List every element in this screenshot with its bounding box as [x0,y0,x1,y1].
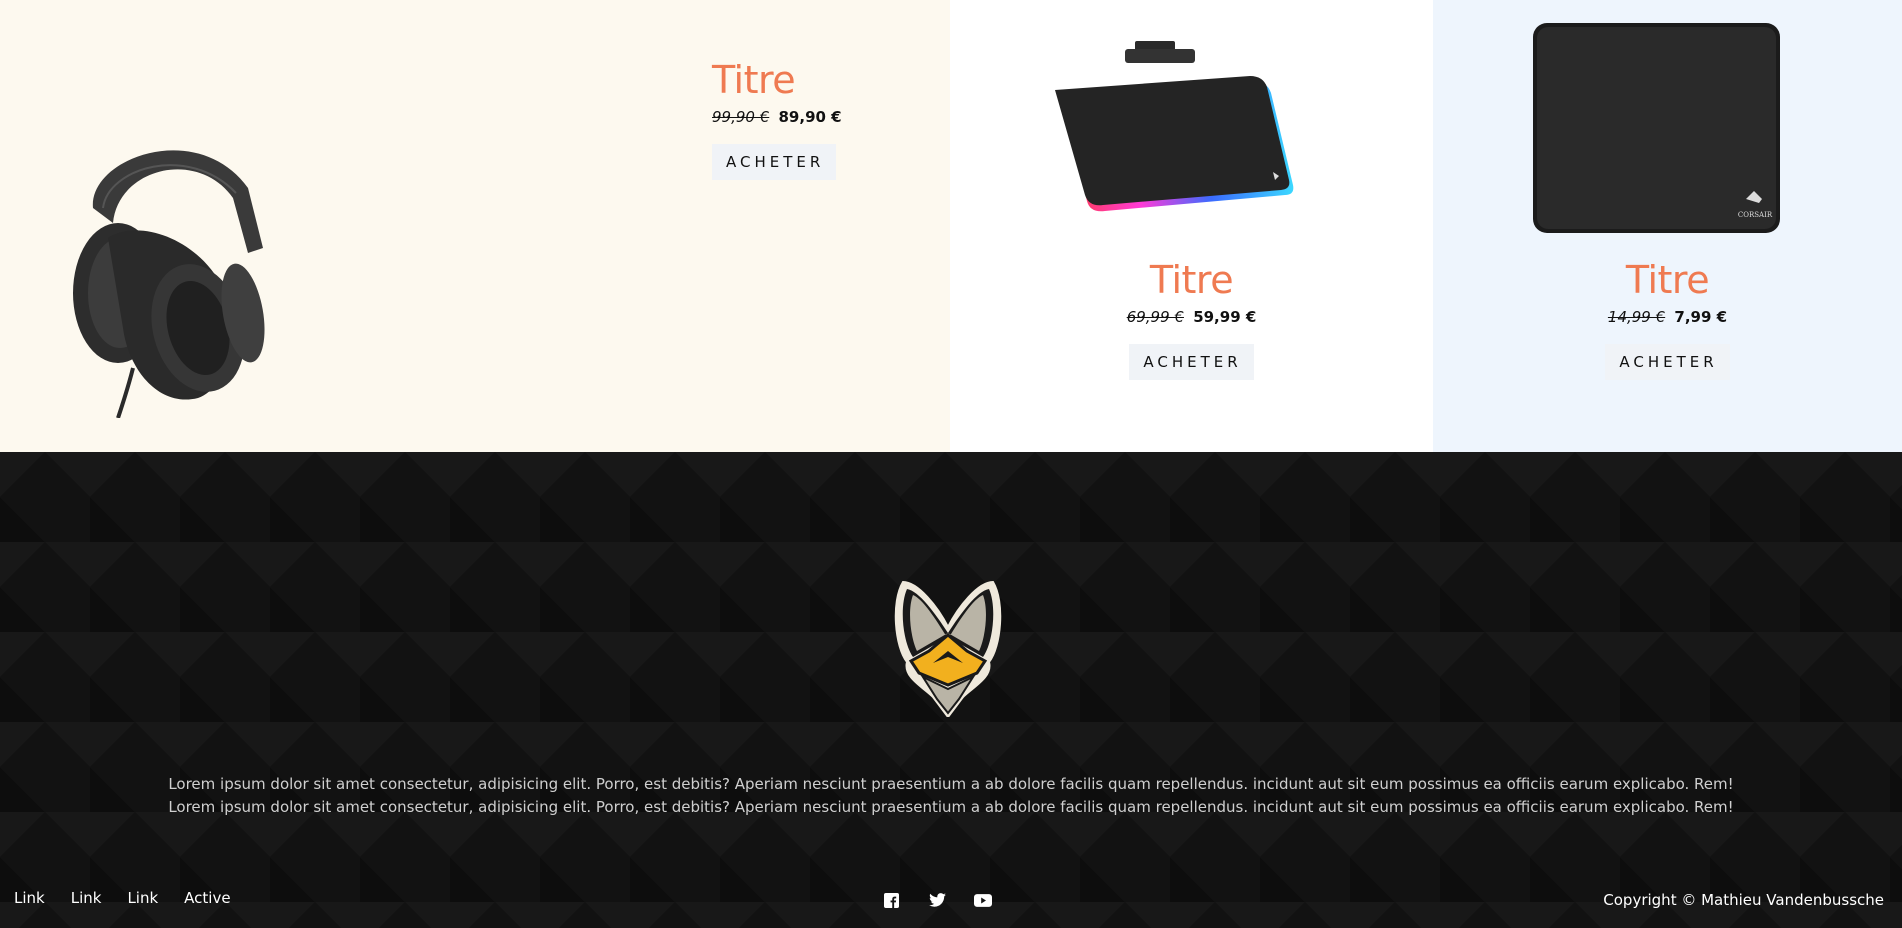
product-info: Titre 69,99 € 59,99 € ACHETER [950,258,1433,380]
product-prices: 69,99 € 59,99 € [1127,308,1257,326]
product-prices: 99,90 € 89,90 € [712,108,842,126]
cloth-mousepad-image: CORSAIR [1533,23,1780,233]
old-price: 14,99 € [1607,308,1666,326]
headset-image [73,150,265,418]
current-price: 89,90 € [778,108,842,126]
youtube-icon[interactable] [972,889,994,911]
product-info: Titre 99,90 € 89,90 € ACHETER [712,58,842,180]
old-price: 69,99 € [1126,308,1184,326]
copyright-text: Copyright © Mathieu Vandenbussche [1603,891,1884,909]
footer-paragraph: Lorem ipsum dolor sit amet consectetur, … [168,798,1734,816]
footer-paragraph: Lorem ipsum dolor sit amet consectetur, … [168,775,1734,793]
product-card-headset: Titre 99,90 € 89,90 € ACHETER [0,0,950,452]
footer-link[interactable]: Link [127,889,158,907]
old-price: 99,90 € [712,108,770,126]
product-card-rgb-mousepad: Titre 69,99 € 59,99 € ACHETER [950,0,1433,452]
current-price: 59,99 € [1193,308,1257,326]
footer-link[interactable]: Link [71,889,102,907]
facebook-icon[interactable] [880,889,902,911]
product-card-cloth-mousepad: CORSAIR Titre 14,99 € 7,99 € ACHETER [1433,0,1902,452]
social-links [880,889,994,911]
product-info: Titre 14,99 € 7,99 € ACHETER [1433,258,1902,380]
pad-brand-text: CORSAIR [1738,211,1773,219]
twitter-icon[interactable] [926,889,948,911]
buy-button[interactable]: ACHETER [1129,344,1254,380]
footer: Lorem ipsum dolor sit amet consectetur, … [0,452,1902,928]
buy-button[interactable]: ACHETER [712,144,837,180]
footer-description: Lorem ipsum dolor sit amet consectetur, … [0,773,1902,819]
footer-nav: Link Link Link Active [14,889,257,907]
footer-link[interactable]: Link [14,889,45,907]
footer-link-active[interactable]: Active [184,889,230,907]
product-title: Titre [1625,258,1710,302]
team-vitality-logo [894,580,1002,717]
rgb-mousepad-image [1055,41,1294,212]
product-prices: 14,99 € 7,99 € [1608,308,1727,326]
product-title: Titre [712,58,796,102]
products-section: Titre 99,90 € 89,90 € ACHETER Titre 69,9… [0,0,1902,452]
buy-button[interactable]: ACHETER [1605,344,1730,380]
current-price: 7,99 € [1674,308,1728,326]
product-title: Titre [1149,258,1234,302]
